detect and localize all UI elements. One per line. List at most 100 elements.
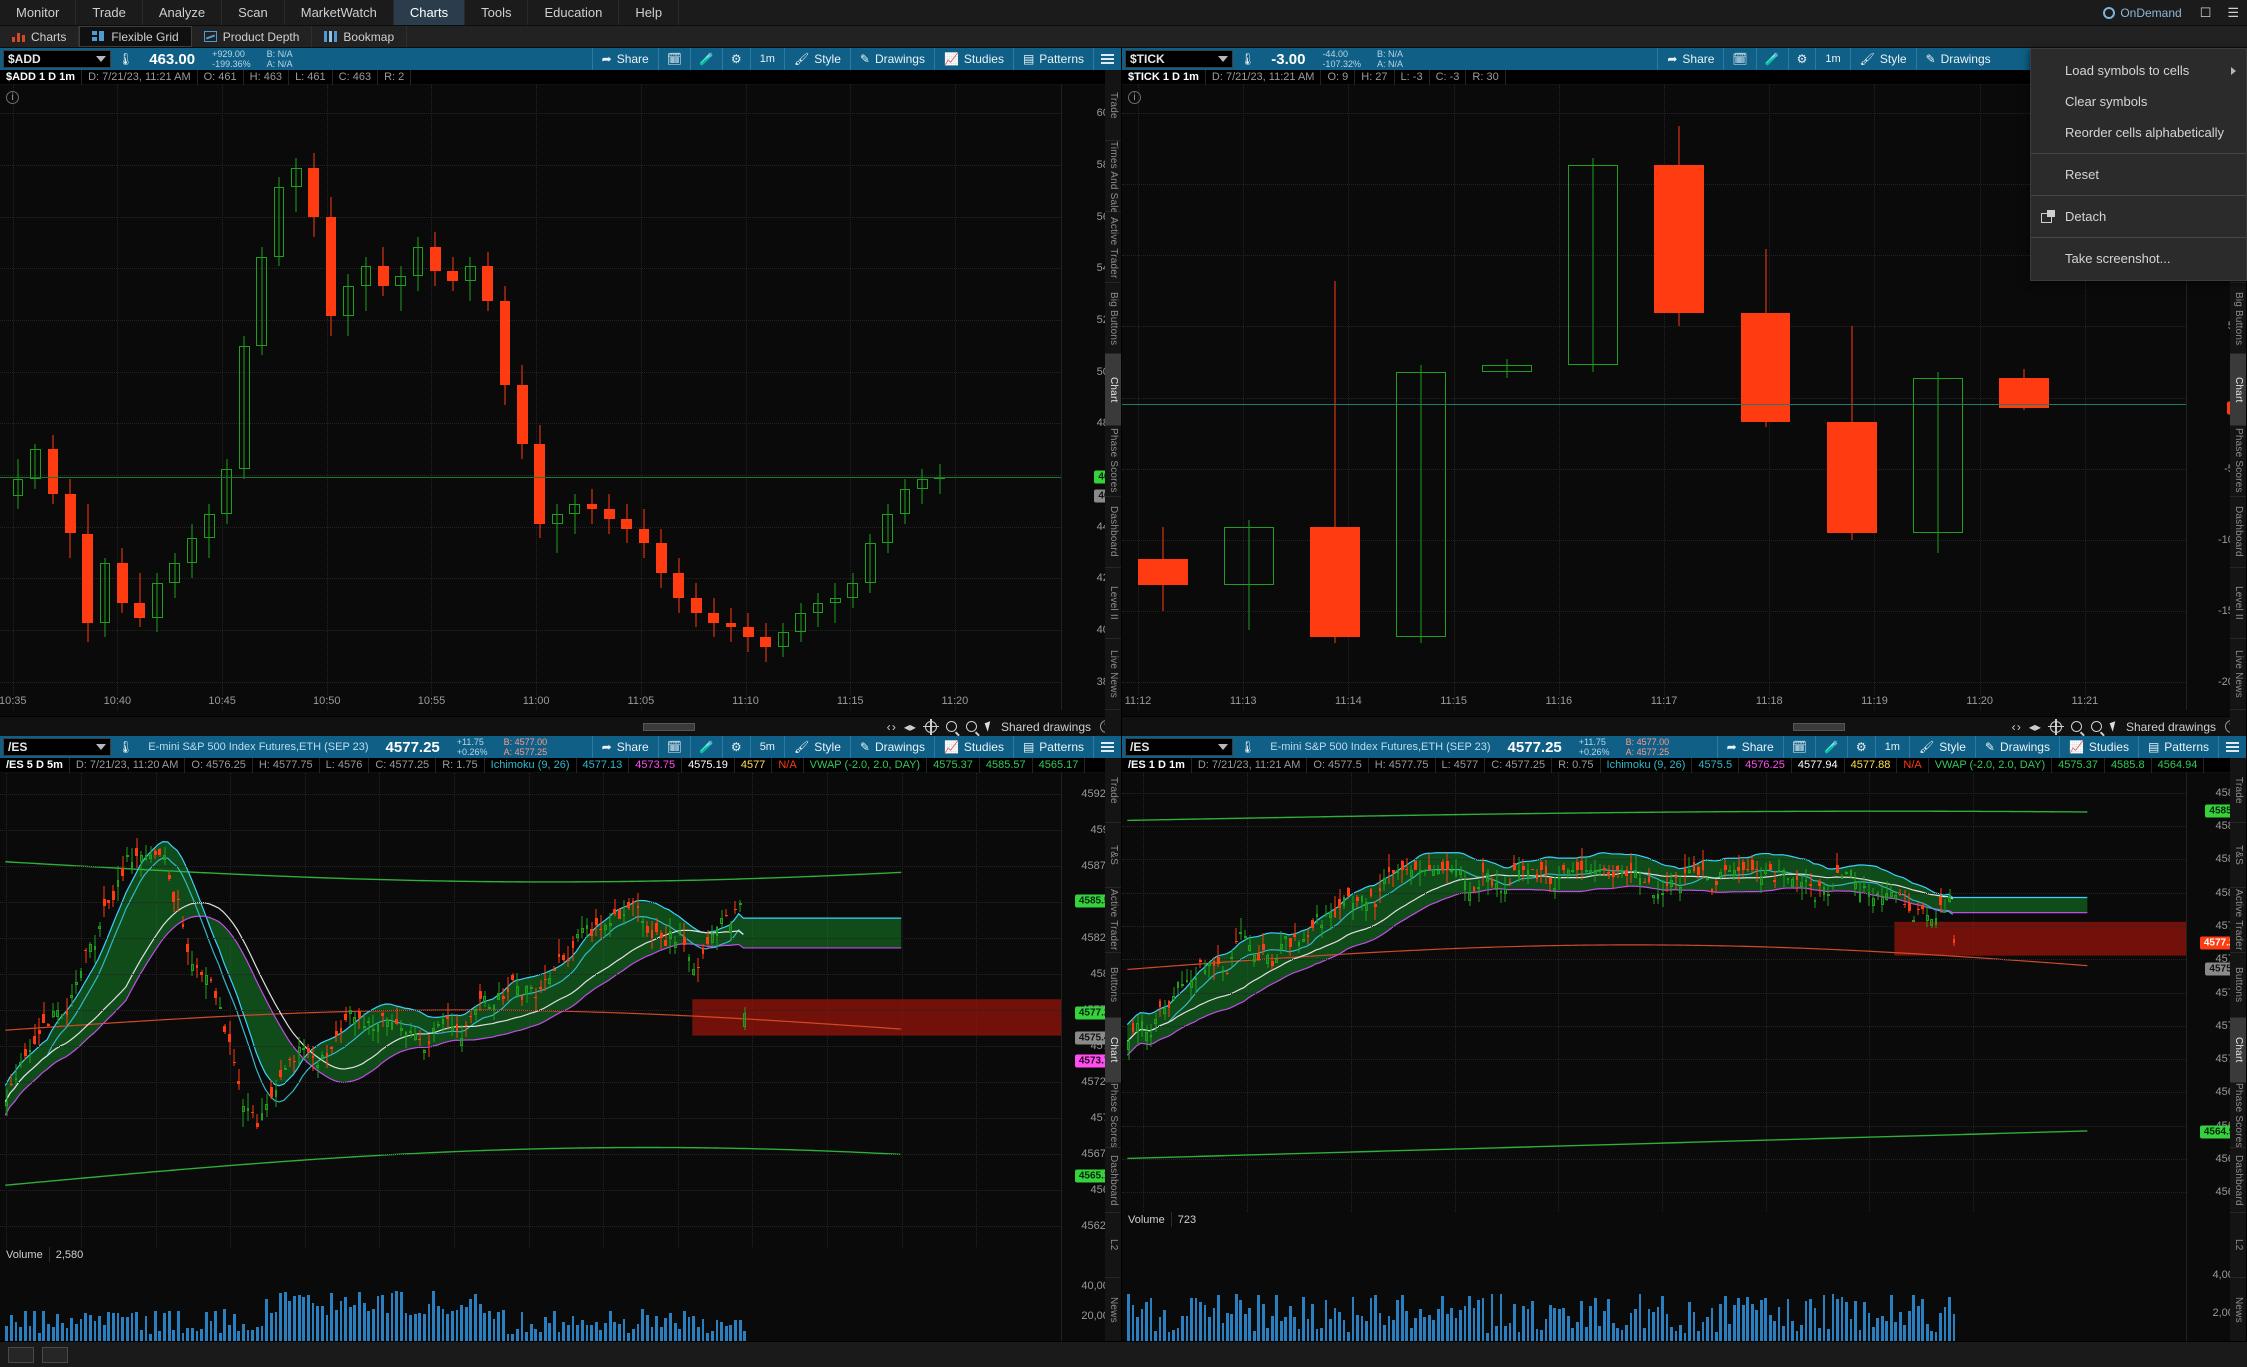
vertical-tab-news[interactable]: News [1105,1278,1121,1343]
style-button-add[interactable]: 🖌 Style [783,48,850,70]
window-restore-button[interactable]: ☐ [2192,0,2220,25]
context-menu-item-clear-symbols[interactable]: Clear symbols [2031,86,2246,117]
chart-menu-button-es1m[interactable] [2218,736,2246,758]
vertical-tab-phase-scores[interactable]: Phase Scores [2230,1083,2246,1148]
symbol-input-es5m[interactable]: /ES [3,738,111,756]
patterns-button-es1m[interactable]: ▤ Patterns [2137,736,2218,758]
chart-plot-es5m[interactable]: 4592.545904587.545854582.545804577.54575… [0,773,1121,1247]
timeframe-button-es5m[interactable]: 5m [749,736,784,758]
vertical-tab-phase-scores[interactable]: Phase Scores [1105,1083,1121,1148]
vertical-tab-phase-scores[interactable]: Phase Scores [2230,425,2246,497]
vertical-tab-buttons[interactable]: Buttons [2230,953,2246,1018]
vertical-tab-active-trader[interactable]: Active Trader [1105,888,1121,953]
vertical-tab-chart[interactable]: Chart [2230,1018,2246,1083]
vertical-tab-trade[interactable]: Trade [1105,758,1121,823]
alerts-button-es1m[interactable]: 🗓 [1782,736,1815,758]
chart-plot-es1m[interactable]: 4586 4584 4582 4580 4578 4576 4574 4572 4570 4568… [1122,773,2246,1212]
chart-scrollbar-tick[interactable] [1168,723,2036,731]
alerts-button-tick[interactable]: 🗓 [1723,48,1755,70]
style-button-tick[interactable]: 🖌 Style [1849,48,1916,70]
context-menu-item-load-symbols[interactable]: Load symbols to cells [2031,55,2246,86]
menu-item-analyze[interactable]: Analyze [143,0,223,25]
menu-item-trade[interactable]: Trade [76,0,143,25]
patterns-button-es5m[interactable]: ▤ Patterns [1012,736,1093,758]
share-button-add[interactable]: ➦ Share [591,48,658,70]
beaker-button-es1m[interactable]: 🧪 [1814,736,1847,758]
vertical-tab-dashboard[interactable]: Dashboard [1105,496,1121,568]
vertical-tab-dashboard[interactable]: Dashboard [2230,496,2246,568]
chart-menu-button-add[interactable] [1093,48,1121,70]
drawings-button-es1m[interactable]: ✎ Drawings [1974,736,2059,758]
settings-gear-button-tick[interactable]: ⚙ [1787,48,1816,70]
settings-gear-button-es5m[interactable]: ⚙ [721,736,750,758]
vertical-tab-trade[interactable]: Trade [1105,70,1121,142]
share-button-tick[interactable]: ➦ Share [1657,48,1723,70]
vertical-tab-level-ii[interactable]: Level II [1105,567,1121,639]
scrollbar-thumb[interactable] [642,723,695,731]
vertical-tab-active-trader[interactable]: Active Trader [2230,888,2246,953]
vertical-tab-dashboard[interactable]: Dashboard [1105,1148,1121,1213]
menu-item-education[interactable]: Education [528,0,620,25]
menu-item-tools[interactable]: Tools [465,0,529,25]
vertical-tab-chart[interactable]: Chart [2230,354,2246,426]
studies-button-es1m[interactable]: 📈 Studies [2058,736,2138,758]
vertical-tab-big-buttons[interactable]: Big Buttons [2230,283,2246,355]
vertical-tab-l2[interactable]: L2 [1105,1213,1121,1278]
grid-context-menu[interactable]: Load symbols to cells Clear symbols Reor… [2030,48,2247,281]
vertical-tab-trade[interactable]: Trade [2230,758,2246,823]
shared-drawings-label-tick[interactable]: Shared drawings [2126,720,2216,734]
vertical-tab-live-news[interactable]: Live News [1105,638,1121,710]
menu-item-monitor[interactable]: Monitor [0,0,77,25]
vertical-tab-chart[interactable]: Chart [1105,354,1121,426]
vertical-tab-active-trader[interactable]: Active Trader [1105,212,1121,284]
alerts-button-es5m[interactable]: 🗓 [657,736,690,758]
beaker-button-es5m[interactable]: 🧪 [689,736,722,758]
crosshair-icon[interactable] [922,718,939,735]
zoom-out-icon[interactable] [2090,721,2102,732]
vertical-tab-dashboard[interactable]: Dashboard [2230,1148,2246,1213]
thermometer-icon-tick[interactable]: 🌡 [1233,48,1262,70]
vertical-tab-times-and-sales[interactable]: Times And Sales [1105,141,1121,219]
alerts-button-add[interactable]: 🗓 [657,48,690,70]
pointer-icon[interactable] [984,721,994,732]
symbol-input-add[interactable]: $ADD [3,50,111,68]
chart-menu-button-es5m[interactable] [1093,736,1121,758]
symbol-input-es1m[interactable]: /ES [1125,738,1233,756]
patterns-button-add[interactable]: ▤ Patterns [1012,48,1093,70]
drawings-button-es5m[interactable]: ✎ Drawings [849,736,934,758]
share-button-es1m[interactable]: ➦ Share [1716,736,1783,758]
vertical-tab-big-buttons[interactable]: Big Buttons [1105,283,1121,355]
crosshair-icon[interactable] [2047,718,2064,735]
chart-plot-add[interactable]: i 60058056054052050048046044042040038046… [0,85,1121,710]
zoom-out-icon[interactable] [965,721,977,732]
thermometer-icon-es5m[interactable]: 🌡 [111,736,140,758]
chart-scrollbar-add[interactable] [46,723,911,731]
vertical-tab-l2[interactable]: L2 [2230,1213,2246,1278]
context-menu-item-reorder-cells[interactable]: Reorder cells alphabetically [2031,117,2246,148]
zoom-in-icon[interactable] [2070,721,2082,732]
chart-info-badge-add[interactable]: i [6,91,19,104]
timeframe-button-add[interactable]: 1m [749,48,784,70]
subbar-item-charts[interactable]: Charts [0,26,80,47]
vertical-tab-live-news[interactable]: Live News [2230,638,2246,710]
studies-button-add[interactable]: 📈 Studies [933,48,1013,70]
vertical-tab-chart[interactable]: Chart [1105,1018,1121,1083]
drawings-button-add[interactable]: ✎ Drawings [849,48,934,70]
scrollbar-thumb[interactable] [1792,723,1846,731]
context-menu-item-reset[interactable]: Reset [2031,159,2246,190]
shared-drawings-label-add[interactable]: Shared drawings [1001,720,1091,734]
vertical-tab-t-s[interactable]: T&S [2230,823,2246,888]
menu-item-scan[interactable]: Scan [222,0,285,25]
chevron-down-icon[interactable] [1218,56,1228,62]
menu-item-charts[interactable]: Charts [393,0,466,25]
ondemand-button[interactable]: OnDemand [2093,0,2191,25]
timeframe-button-tick[interactable]: 1m [1815,48,1849,70]
status-box-1[interactable] [8,1346,34,1363]
vertical-tab-t-s[interactable]: T&S [1105,823,1121,888]
settings-gear-button-es1m[interactable]: ⚙ [1846,736,1875,758]
menu-item-help[interactable]: Help [619,0,680,25]
timeframe-button-es1m[interactable]: 1m [1874,736,1909,758]
status-box-2[interactable] [42,1346,68,1363]
chevron-down-icon[interactable] [96,56,106,62]
menu-item-marketwatch[interactable]: MarketWatch [285,0,394,25]
